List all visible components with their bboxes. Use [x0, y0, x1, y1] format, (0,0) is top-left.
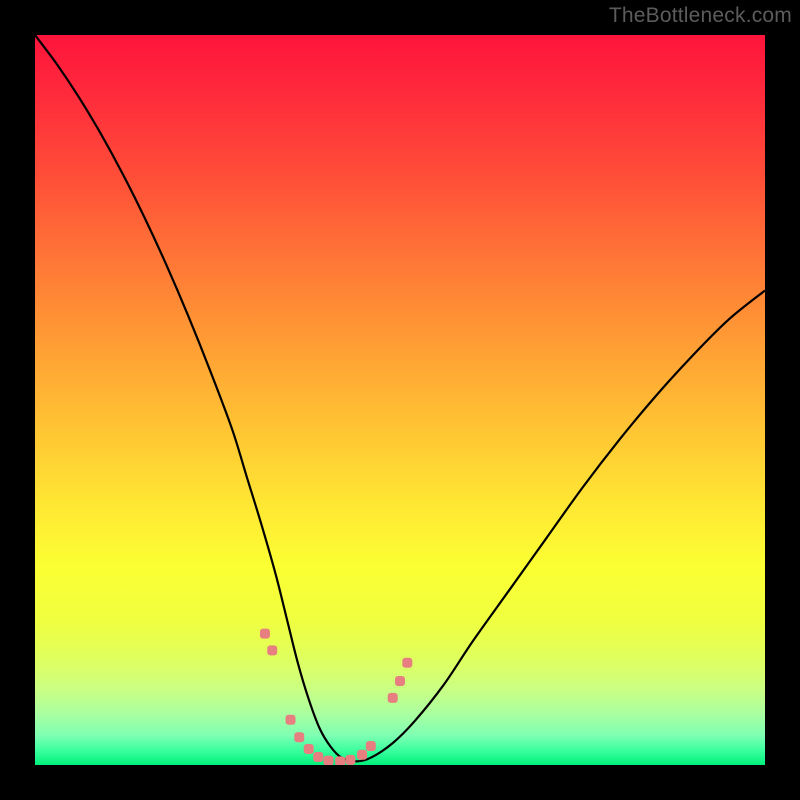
data-marker	[335, 756, 345, 765]
data-marker	[388, 693, 398, 703]
data-marker	[294, 732, 304, 742]
data-marker	[395, 676, 405, 686]
data-marker	[402, 658, 412, 668]
data-marker	[304, 744, 314, 754]
bottleneck-curve	[35, 35, 765, 761]
data-marker	[345, 755, 355, 765]
chart-frame: TheBottleneck.com	[0, 0, 800, 800]
data-marker	[366, 741, 376, 751]
data-marker	[357, 750, 367, 760]
data-marker	[260, 629, 270, 639]
data-marker	[313, 752, 323, 762]
curve-svg	[35, 35, 765, 765]
data-marker	[323, 756, 333, 765]
plot-area	[35, 35, 765, 765]
watermark-text: TheBottleneck.com	[609, 4, 792, 28]
data-marker	[267, 645, 277, 655]
data-marker	[286, 715, 296, 725]
